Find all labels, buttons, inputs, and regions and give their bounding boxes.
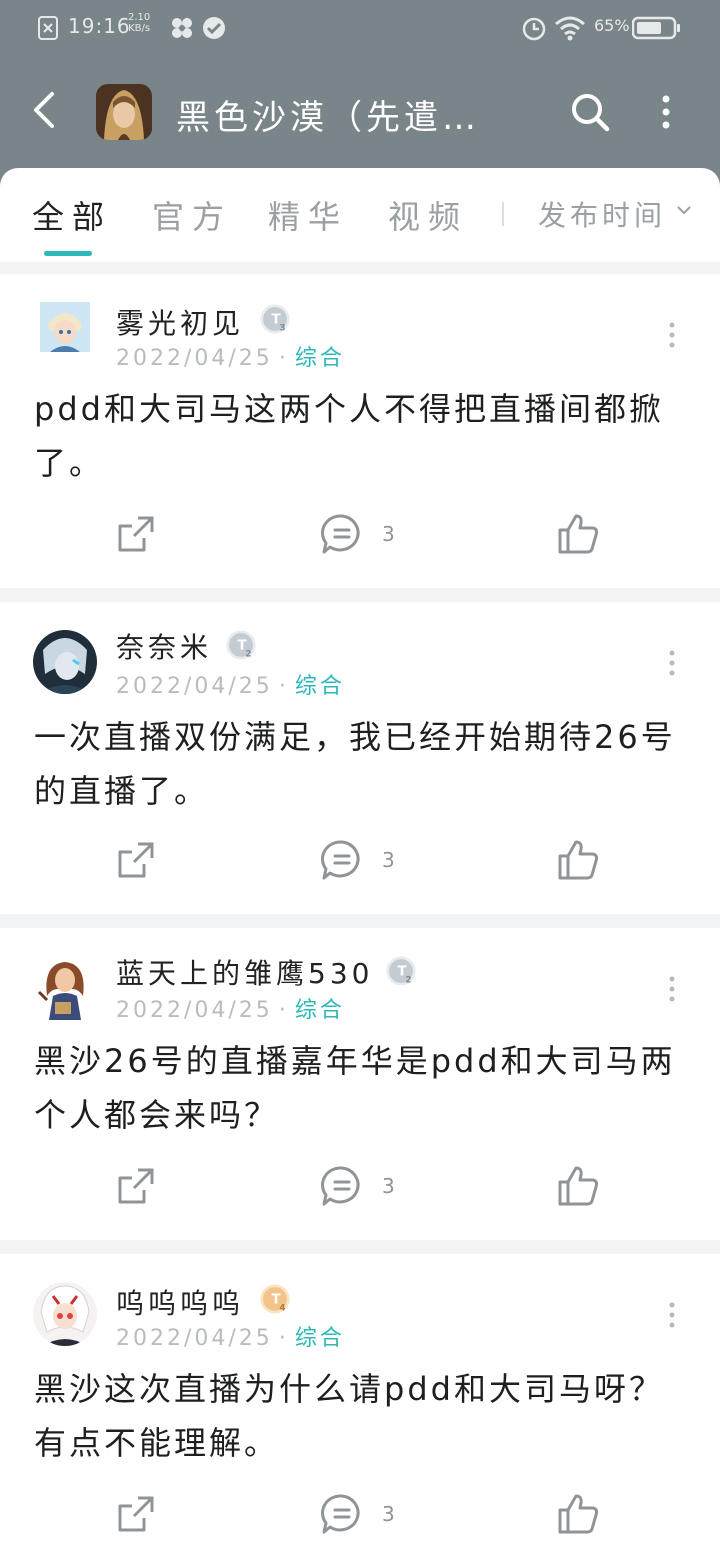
svg-text:2: 2 [245, 649, 251, 659]
svg-text:3: 3 [279, 323, 285, 333]
network-speed-value: 2.10 [128, 12, 151, 23]
more-vert-icon[interactable] [660, 1300, 684, 1330]
post-category[interactable]: 综合 [295, 1326, 345, 1351]
page-title: 黑色沙漠（先遣… [176, 98, 480, 138]
share-icon[interactable] [114, 512, 158, 556]
post-content[interactable]: 黑沙这次直播为什么请pdd和大司马呀？有点不能理解。 [34, 1362, 690, 1470]
avatar-image [40, 302, 90, 352]
sort-dropdown[interactable]: 发布时间 [538, 194, 691, 234]
post-meta: 2022/04/25 · 综合 [116, 1326, 345, 1351]
comment-count: 3 [382, 522, 395, 546]
like-icon[interactable] [556, 1492, 600, 1536]
avatar[interactable] [33, 630, 97, 694]
avatar-image [33, 956, 97, 1020]
username[interactable]: 奈奈米 [116, 626, 212, 666]
avatar-image [33, 1282, 97, 1346]
tab-all[interactable]: 全部 [32, 192, 112, 238]
like-icon[interactable] [556, 1164, 600, 1208]
post-content[interactable]: 黑沙26号的直播嘉年华是pdd和大司马两个人都会来吗？ [34, 1034, 690, 1142]
status-time: 19:16 [68, 14, 131, 38]
more-vert-icon[interactable] [660, 320, 684, 350]
post-content[interactable]: 一次直播双份满足，我已经开始期待26号的直播了。 [34, 710, 690, 818]
battery-percent: 65% [594, 16, 630, 35]
level-badge-icon: T 4 [260, 1284, 290, 1314]
share-icon[interactable] [114, 838, 158, 882]
wifi-icon [555, 16, 585, 41]
tab-official[interactable]: 官方 [152, 192, 232, 238]
comment-icon[interactable] [320, 512, 364, 556]
post-card[interactable]: 雾光初见 T 3 2022/04/25 · 综合 pdd和大司马这两个人不得把直播间… [0, 274, 720, 588]
tab-video[interactable]: 视频 [388, 192, 468, 238]
share-icon[interactable] [114, 1164, 158, 1208]
svg-text:2: 2 [405, 975, 411, 985]
game-icon[interactable] [96, 84, 152, 140]
post-category[interactable]: 综合 [295, 674, 345, 699]
post-card[interactable]: 奈奈米 T 2 2022/04/25 · 综合 一次直播双份满足，我已经开始期待26… [0, 602, 720, 914]
comment-icon[interactable] [320, 1164, 364, 1208]
level-badge-icon: T 3 [260, 304, 290, 334]
comment-count: 3 [382, 1174, 395, 1198]
active-tab-indicator [44, 251, 92, 256]
avatar[interactable] [33, 956, 97, 1020]
post-category[interactable]: 综合 [295, 998, 345, 1023]
more-vert-icon[interactable] [652, 90, 680, 134]
back-arrow-icon[interactable] [26, 90, 66, 130]
status-bar: 19:16 2.10 KB/s 65% [0, 0, 720, 56]
post-date: 2022/04/25 [116, 674, 273, 699]
like-icon[interactable] [556, 512, 600, 556]
top-bar: 黑色沙漠（先遣… [0, 56, 720, 166]
comment-icon[interactable] [320, 838, 364, 882]
game-portrait-icon [96, 84, 152, 140]
check-icon [203, 17, 225, 39]
tab-featured[interactable]: 精华 [268, 192, 348, 238]
like-icon[interactable] [556, 838, 600, 882]
battery-icon [632, 16, 680, 40]
network-speed: 2.10 KB/s [128, 12, 150, 34]
post-date: 2022/04/25 [116, 346, 273, 371]
network-speed-unit: KB/s [128, 23, 151, 34]
app-notify-icon [172, 18, 192, 38]
comment-count: 3 [382, 848, 395, 872]
alarm-icon [522, 17, 546, 41]
post-date: 2022/04/25 [116, 1326, 273, 1351]
sort-label: 发布时间 [538, 199, 667, 232]
svg-text:4: 4 [279, 1303, 285, 1313]
post-meta: 2022/04/25 · 综合 [116, 998, 345, 1023]
tab-divider [502, 202, 504, 226]
username[interactable]: 呜呜呜呜 [116, 1282, 244, 1322]
more-vert-icon[interactable] [660, 648, 684, 678]
post-card[interactable]: 呜呜呜呜 T 4 2022/04/25 · 综合 黑沙这次直播为什么请pdd和大司马… [0, 1254, 720, 1544]
level-badge-icon: T 2 [226, 630, 256, 660]
notification-icon [38, 16, 58, 40]
username[interactable]: 蓝天上的雏鹰530 [116, 952, 373, 992]
post-category[interactable]: 综合 [295, 346, 345, 371]
chevron-down-icon [677, 206, 691, 215]
comment-count: 3 [382, 1502, 395, 1526]
tab-bar: 全部 官方 精华 视频 发布时间 [0, 168, 720, 262]
username[interactable]: 雾光初见 [116, 302, 244, 342]
share-icon[interactable] [114, 1492, 158, 1536]
comment-icon[interactable] [320, 1492, 364, 1536]
post-date: 2022/04/25 [116, 998, 273, 1023]
post-meta: 2022/04/25 · 综合 [116, 346, 345, 371]
app-header: 19:16 2.10 KB/s 65% 黑色沙漠（先遣… [0, 0, 720, 190]
post-meta: 2022/04/25 · 综合 [116, 674, 345, 699]
avatar[interactable] [33, 1282, 97, 1346]
level-badge-icon: T 2 [386, 956, 416, 986]
avatar-image [33, 630, 97, 694]
search-icon[interactable] [568, 90, 612, 134]
post-card[interactable]: 蓝天上的雏鹰530 T 2 2022/04/25 · 综合 黑沙26号的直播嘉年华是… [0, 928, 720, 1240]
post-content[interactable]: pdd和大司马这两个人不得把直播间都掀了。 [34, 382, 690, 490]
avatar[interactable] [40, 302, 90, 352]
more-vert-icon[interactable] [660, 974, 684, 1004]
